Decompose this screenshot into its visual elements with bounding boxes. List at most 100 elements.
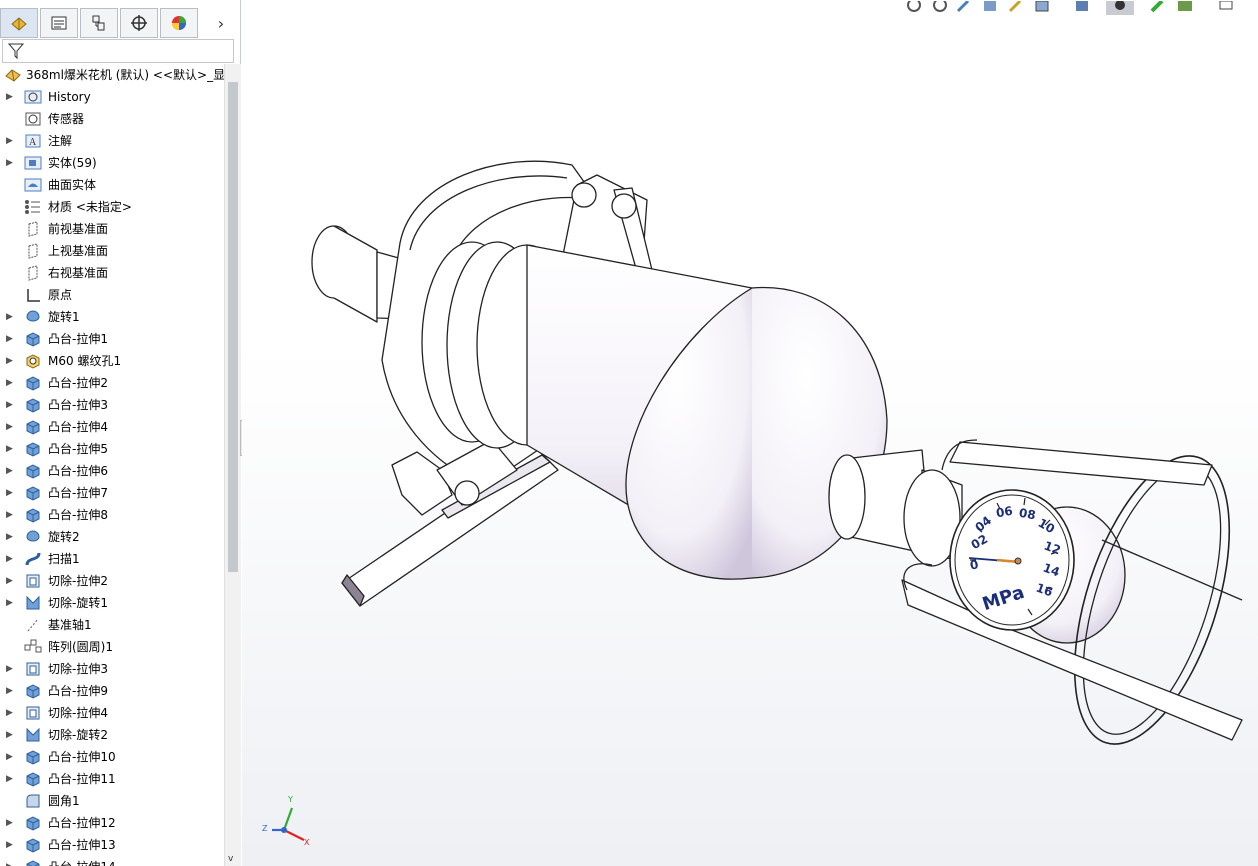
part-icon (4, 67, 22, 83)
dynamic-annotation-icon (1008, 0, 1022, 13)
display-manager-icon (172, 16, 186, 30)
scroll-down-arrow[interactable]: v (228, 854, 233, 864)
extrude-icon (24, 397, 42, 413)
view-orientation-icon (1035, 0, 1049, 12)
tree-item[interactable]: 阵列(圆周)1 (0, 636, 224, 658)
tree-item[interactable]: ▶ History (0, 86, 224, 108)
tree-item-label: 凸台-拉伸13 (48, 838, 116, 852)
expand-arrow-icon[interactable]: ▶ (6, 834, 14, 856)
sweep-icon (24, 551, 42, 567)
tree-scrollbar-thumb[interactable] (228, 82, 238, 572)
expand-arrow-icon[interactable]: ▶ (6, 504, 14, 526)
tree-item[interactable]: 基准轴1 (0, 614, 224, 636)
expand-arrow-icon[interactable]: ▶ (6, 548, 14, 570)
tree-item[interactable]: ▶ 切除-拉伸3 (0, 658, 224, 680)
tab-feature-manager[interactable] (0, 8, 38, 38)
tree-item[interactable]: ▶ M60 螺纹孔1 (0, 350, 224, 372)
tree-item[interactable]: ▶ 切除-拉伸2 (0, 570, 224, 592)
expand-arrow-icon[interactable]: ▶ (6, 86, 14, 108)
tree-filter-input[interactable] (2, 39, 234, 63)
expand-arrow-icon[interactable]: ▶ (6, 460, 14, 482)
expand-arrow-icon[interactable]: ▶ (6, 592, 14, 614)
tree-item[interactable]: 材质 <未指定> (0, 196, 224, 218)
expand-arrow-icon[interactable]: ▶ (6, 130, 14, 152)
tree-item[interactable]: ▶ 凸台-拉伸4 (0, 416, 224, 438)
section-view-icon (984, 1, 996, 11)
tree-root[interactable]: 368ml爆米花机 (默认) <<默认>_显示 ^ (0, 64, 224, 86)
tree-item[interactable]: ▶ 凸台-拉伸9 (0, 680, 224, 702)
tree-item[interactable]: ▶ 切除-旋转2 (0, 724, 224, 746)
tree-item[interactable]: ▶ 凸台-拉伸7 (0, 482, 224, 504)
expand-arrow-icon[interactable]: ▶ (6, 658, 14, 680)
tree-item[interactable]: ▶ 凸台-拉伸10 (0, 746, 224, 768)
tree-item[interactable]: ▶ 切除-拉伸4 (0, 702, 224, 724)
expand-arrow-icon[interactable]: ▶ (6, 724, 14, 746)
surface-bodies-icon (24, 177, 42, 193)
tree-item[interactable]: ▶ 凸台-拉伸14 (0, 856, 224, 866)
feature-tree: 368ml爆米花机 (默认) <<默认>_显示 ^ ▶ History 传感器 ▶ A注… (0, 64, 224, 866)
expand-arrow-icon[interactable]: ▶ (6, 328, 14, 350)
expand-arrow-icon[interactable]: ▶ (6, 768, 14, 790)
expand-arrow-icon[interactable]: ▶ (6, 350, 14, 372)
tree-item[interactable]: ▶ 旋转1 (0, 306, 224, 328)
tree-item[interactable]: ▶ 凸台-拉伸1 (0, 328, 224, 350)
expand-arrow-icon[interactable]: ▶ (6, 372, 14, 394)
expand-arrow-icon[interactable]: ▶ (6, 306, 14, 328)
tree-scrollbar[interactable]: v (224, 64, 241, 866)
tab-dimxpert-manager[interactable] (120, 8, 158, 38)
extrude-icon (24, 331, 42, 347)
expand-arrow-icon[interactable]: ▶ (6, 394, 14, 416)
expand-arrow-icon[interactable]: ▶ (6, 702, 14, 724)
extrude-icon (24, 419, 42, 435)
origin-icon (24, 287, 42, 303)
expand-arrow-icon[interactable]: ▶ (6, 570, 14, 592)
expand-arrow-icon[interactable]: ▶ (6, 680, 14, 702)
tree-item[interactable]: ▶ 凸台-拉伸8 (0, 504, 224, 526)
expand-arrow-icon[interactable]: ▶ (6, 856, 14, 866)
tree-item-label: 凸台-拉伸5 (48, 442, 108, 456)
graphics-viewport[interactable]: 0 02 04 06 08 10 12 14 16 MPa Y X Z (242, 0, 1258, 866)
tree-item[interactable]: ▶ 凸台-拉伸12 (0, 812, 224, 834)
tree-item[interactable]: ▶ 扫描1 (0, 548, 224, 570)
hole-icon (24, 353, 42, 369)
tab-display-manager[interactable] (160, 8, 198, 38)
tree-item[interactable]: 前视基准面 (0, 218, 224, 240)
expand-arrow-icon[interactable]: ▶ (6, 416, 14, 438)
tree-item[interactable]: ▶ 实体(59) (0, 152, 224, 174)
previous-view-icon (956, 0, 970, 13)
tab-configuration-manager[interactable] (80, 8, 118, 38)
tree-item-label: 材质 <未指定> (48, 200, 132, 214)
tree-item[interactable]: ▶ 凸台-拉伸13 (0, 834, 224, 856)
edit-appearance-icon (1150, 0, 1164, 13)
tree-item[interactable]: ▶ 凸台-拉伸5 (0, 438, 224, 460)
tree-item[interactable]: ▶ A 注解 (0, 130, 224, 152)
cut-revolve-icon (24, 727, 42, 743)
gauge-tick-label: 08 (1017, 505, 1037, 523)
more-tabs-button[interactable]: › (204, 8, 238, 38)
tree-item[interactable]: ▶ 凸台-拉伸11 (0, 768, 224, 790)
tree-item[interactable]: 上视基准面 (0, 240, 224, 262)
expand-arrow-icon[interactable]: ▶ (6, 438, 14, 460)
expand-arrow-icon[interactable]: ▶ (6, 746, 14, 768)
tree-item[interactable]: ▶ 凸台-拉伸3 (0, 394, 224, 416)
triad-x-label: X (304, 838, 310, 847)
tree-item[interactable]: ▶ 凸台-拉伸6 (0, 460, 224, 482)
tree-item[interactable]: 曲面实体 (0, 174, 224, 196)
tree-item[interactable]: 右视基准面 (0, 262, 224, 284)
tree-item[interactable]: 圆角1 (0, 790, 224, 812)
tree-item[interactable]: ▶ 旋转2 (0, 526, 224, 548)
expand-arrow-icon[interactable]: ▶ (6, 152, 14, 174)
tree-item[interactable]: ▶ 凸台-拉伸2 (0, 372, 224, 394)
tree-item[interactable]: 传感器 (0, 108, 224, 130)
tree-item-label: 凸台-拉伸8 (48, 508, 108, 522)
expand-arrow-icon[interactable]: ▶ (6, 812, 14, 834)
tree-item-label: 凸台-拉伸9 (48, 684, 108, 698)
tree-root-label: 368ml爆米花机 (默认) <<默认>_显示 (26, 68, 224, 82)
tab-property-manager[interactable] (40, 8, 78, 38)
expand-arrow-icon[interactable]: ▶ (6, 482, 14, 504)
tree-item[interactable]: 原点 (0, 284, 224, 306)
tree-item-label: 上视基准面 (48, 244, 109, 258)
expand-arrow-icon[interactable]: ▶ (6, 526, 14, 548)
tree-item-label: 凸台-拉伸14 (48, 856, 116, 866)
tree-item[interactable]: ▶ 切除-旋转1 (0, 592, 224, 614)
